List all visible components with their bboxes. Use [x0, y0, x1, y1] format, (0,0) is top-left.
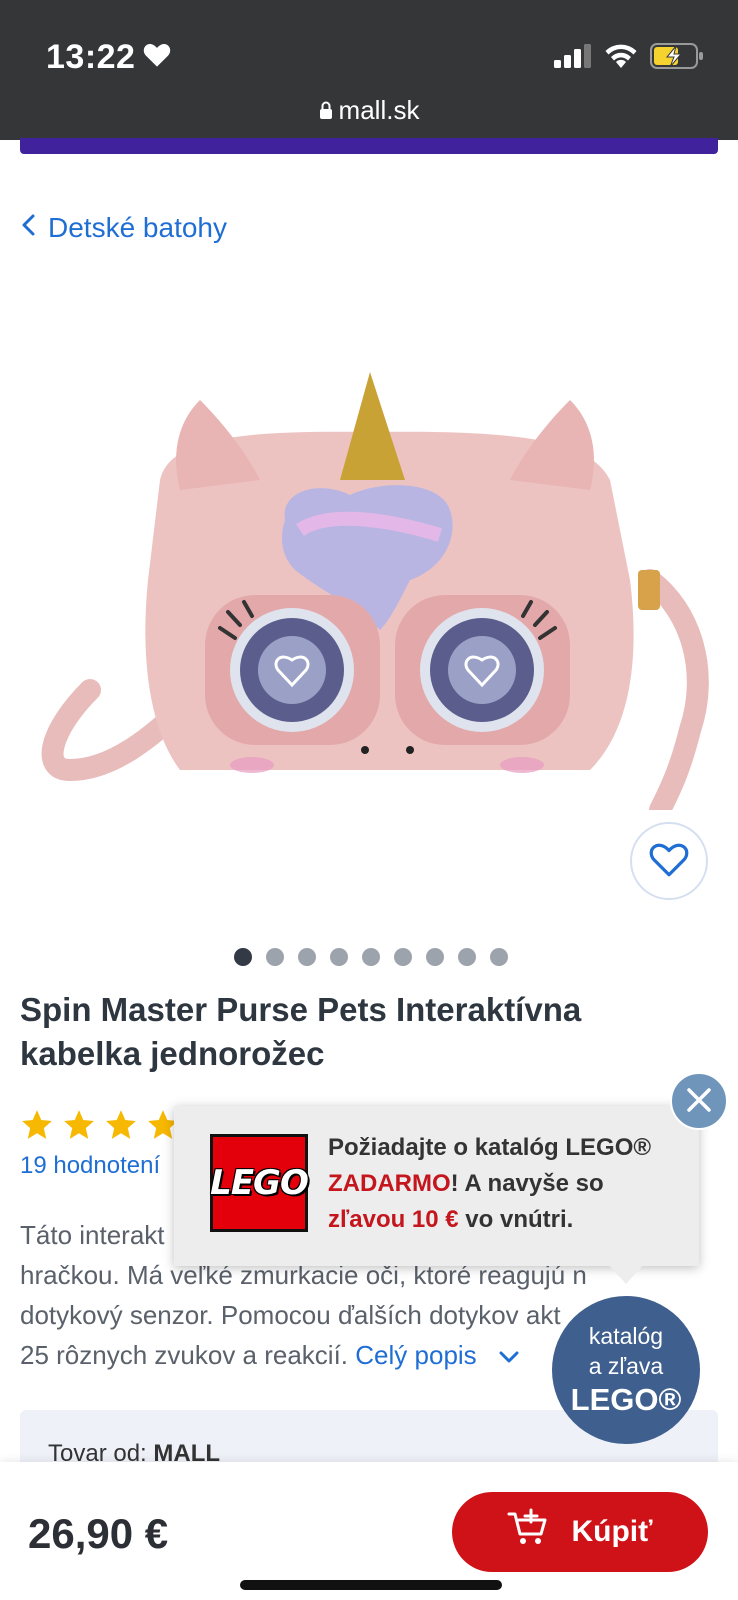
gallery-dot[interactable] — [330, 948, 348, 966]
breadcrumb-label: Detské batohy — [48, 212, 227, 243]
popup-line-1: Požiadajte o katalóg LEGO® — [328, 1134, 652, 1161]
full-description-link[interactable]: Celý popis — [355, 1340, 520, 1370]
url-text: mall.sk — [338, 95, 420, 125]
product-title: Spin Master Purse Pets Interaktívna kabe… — [20, 991, 582, 1072]
add-to-cart-icon — [507, 1508, 549, 1556]
signal-icon — [554, 44, 592, 73]
popup-line-2: ZADARMO! A navyše so — [328, 1166, 688, 1202]
star-icon — [106, 1110, 136, 1139]
system-icons — [554, 42, 704, 75]
promo-banner-strip[interactable] — [20, 138, 718, 154]
bubble-line-2: a zľava — [588, 1353, 664, 1379]
chevron-left-icon — [20, 212, 36, 244]
popup-line-3: zľavou 10 € vo vnútri. — [328, 1202, 688, 1238]
lock-icon — [319, 95, 333, 126]
heart-outline-icon — [649, 842, 689, 881]
gallery-dot[interactable] — [426, 948, 444, 966]
popup-message: Požiadajte o katalóg LEGO® ZADARMO! A na… — [328, 1130, 688, 1238]
buy-button[interactable]: Kúpiť — [452, 1492, 708, 1572]
lego-logo: LEGO — [210, 1134, 309, 1232]
gallery-dot[interactable] — [234, 948, 252, 966]
buy-label: Kúpiť — [571, 1515, 653, 1548]
bubble-line-1: katalóg — [588, 1323, 664, 1349]
close-popup-button[interactable] — [670, 1072, 728, 1130]
gallery-dot[interactable] — [394, 948, 412, 966]
star-icon — [22, 1110, 52, 1139]
lego-logo-text: LEGO — [210, 1163, 309, 1203]
popup-line-2-rest: ! A navyše so — [450, 1170, 604, 1197]
popup-free-highlight: ZADARMO — [328, 1170, 451, 1197]
address-bar[interactable]: mall.sk — [0, 95, 738, 126]
gallery-dot[interactable] — [266, 948, 284, 966]
gallery-dot[interactable] — [458, 948, 476, 966]
wifi-icon — [604, 43, 638, 74]
full-description-label: Celý popis — [355, 1340, 477, 1370]
time-label: 13:22 — [46, 38, 136, 76]
gallery-dot[interactable] — [490, 948, 508, 966]
product-image[interactable] — [30, 370, 710, 821]
lego-catalog-bubble[interactable]: katalóg a zľava LEGO® — [552, 1296, 700, 1444]
product-price: 26,90 € — [28, 1510, 169, 1557]
bottom-purchase-bar: 26,90 € Kúpiť — [0, 1462, 738, 1600]
popup-pointer — [606, 1262, 646, 1284]
gallery-pagination[interactable] — [234, 948, 508, 966]
chevron-down-icon — [484, 1340, 520, 1370]
gallery-dot[interactable] — [298, 948, 316, 966]
gallery-dot[interactable] — [362, 948, 380, 966]
popup-discount-highlight: zľavou 10 € — [328, 1206, 459, 1233]
close-icon — [685, 1086, 713, 1117]
description-line: 25 rôznych zvukov a reakcií. — [20, 1340, 349, 1370]
breadcrumb[interactable]: Detské batohy — [20, 212, 227, 244]
add-to-wishlist-button[interactable] — [630, 822, 708, 900]
bubble-line-3: LEGO® — [570, 1382, 682, 1417]
home-indicator[interactable] — [240, 1580, 502, 1590]
popup-line-3-rest: vo vnútri. — [458, 1206, 574, 1233]
reviews-link[interactable]: 19 hodnotení — [20, 1152, 160, 1180]
star-icon — [64, 1110, 94, 1139]
lego-promo-popup[interactable]: LEGO Požiadajte o katalóg LEGO® ZADARMO!… — [174, 1106, 699, 1266]
status-bar: 13:22 mall.sk — [0, 0, 738, 140]
clock: 13:22 — [46, 38, 171, 77]
heart-icon — [143, 38, 171, 77]
battery-icon — [650, 42, 704, 75]
